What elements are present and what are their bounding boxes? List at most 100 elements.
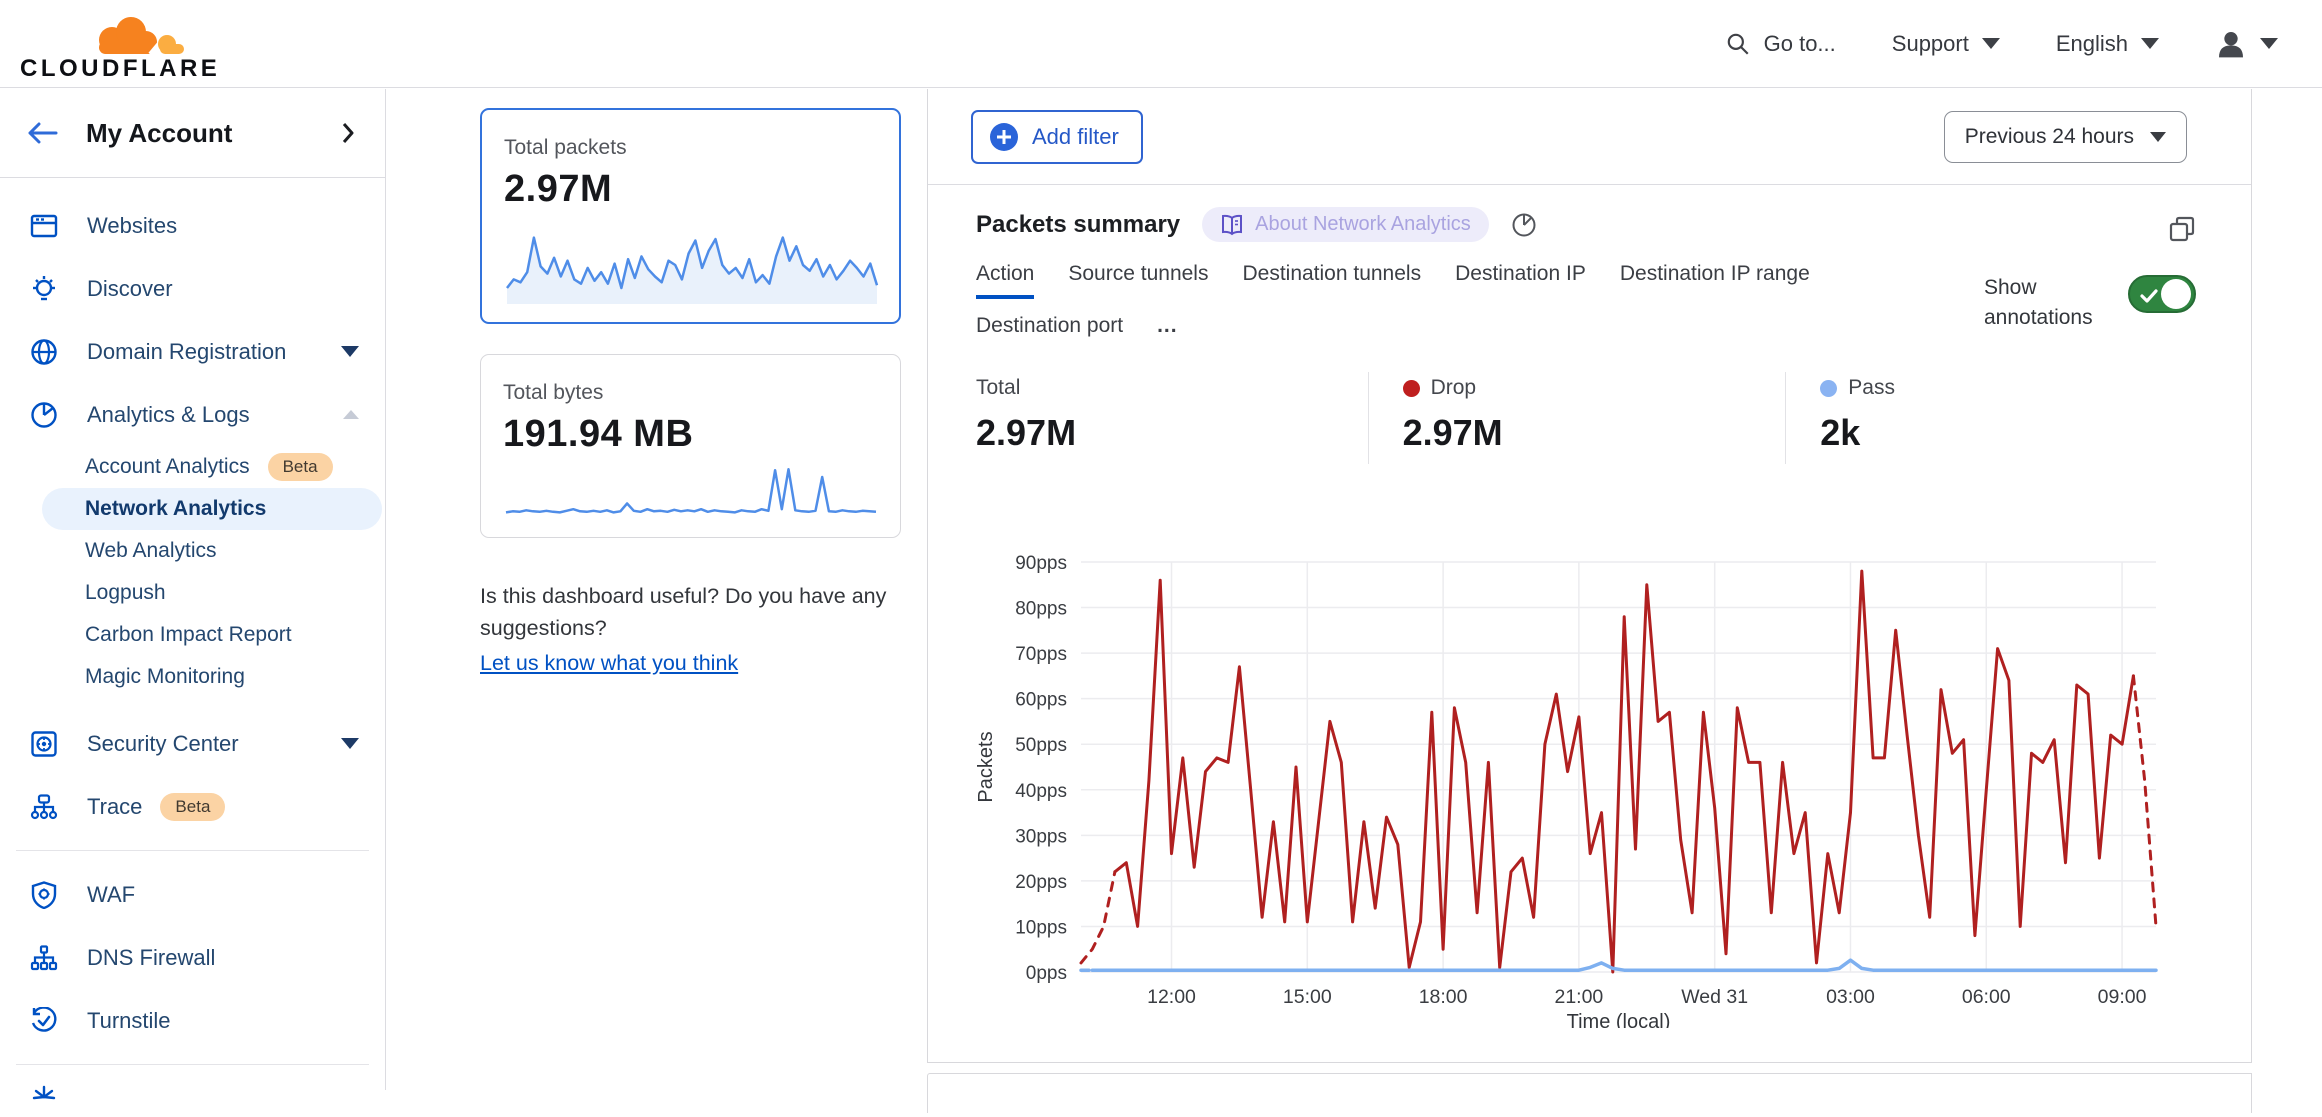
tab-destination-tunnels[interactable]: Destination tunnels — [1242, 262, 1421, 290]
metric-value: 2.97M — [504, 168, 879, 211]
sidebar-item-discover[interactable]: Discover — [0, 257, 385, 320]
tab-destination-ip[interactable]: Destination IP — [1455, 262, 1586, 290]
sidebar-item-label: Analytics & Logs — [87, 402, 250, 428]
total-packets-card[interactable]: Total packets 2.97M — [480, 108, 901, 324]
metric-value: 191.94 MB — [503, 413, 880, 456]
svg-text:80pps: 80pps — [1015, 599, 1067, 620]
sidebar-item-label: Turnstile — [87, 1008, 171, 1034]
support-menu[interactable]: Support — [1892, 31, 2000, 57]
feedback-link[interactable]: Let us know what you think — [480, 647, 738, 679]
sidebar-subitem-web-analytics[interactable]: Web Analytics — [0, 530, 385, 572]
svg-text:06:00: 06:00 — [1962, 986, 2011, 1008]
add-filter-label: Add filter — [1032, 124, 1119, 150]
sidebar-subitem-magic-monitoring[interactable]: Magic Monitoring — [0, 656, 385, 698]
user-icon — [2215, 28, 2247, 60]
tab-destination-ip-range[interactable]: Destination IP range — [1620, 262, 1810, 290]
sidebar-subitem-network-analytics[interactable]: Network Analytics — [42, 488, 382, 530]
add-filter-button[interactable]: Add filter — [971, 110, 1143, 164]
packets-summary-panel: Add filter Previous 24 hours Packets sum… — [927, 89, 2252, 1063]
tab-action[interactable]: Action — [976, 262, 1034, 290]
time-range-label: Previous 24 hours — [1965, 125, 2134, 149]
svg-text:03:00: 03:00 — [1826, 986, 1875, 1008]
expand-panel-icon[interactable] — [2168, 215, 2196, 243]
pass-legend-dot — [1820, 380, 1837, 397]
stat-value: 2k — [1820, 412, 2203, 454]
next-panel-partial — [927, 1073, 2252, 1113]
svg-text:40pps: 40pps — [1015, 781, 1067, 802]
beta-badge: Beta — [160, 793, 225, 821]
show-annotations-toggle[interactable] — [2128, 275, 2196, 313]
stat-value: 2.97M — [976, 412, 1368, 454]
subitem-label: Magic Monitoring — [85, 665, 245, 689]
panel-title: Packets summary — [976, 211, 1180, 239]
svg-text:Packets: Packets — [976, 731, 997, 802]
total-packets-sparkline — [504, 221, 879, 312]
sidebar: My Account Websites Discover Domain Regi… — [0, 89, 386, 1090]
stat-label: Total — [976, 376, 1020, 400]
cloudflare-cloud-icon — [74, 15, 192, 59]
chevron-down-icon — [2150, 132, 2166, 142]
metric-label: Total packets — [504, 136, 879, 160]
time-range-dropdown[interactable]: Previous 24 hours — [1944, 111, 2187, 163]
back-arrow-icon[interactable] — [26, 121, 58, 145]
stat-label: Drop — [1431, 376, 1477, 400]
plus-circle-icon — [989, 122, 1019, 152]
tab-source-tunnels[interactable]: Source tunnels — [1068, 262, 1208, 290]
user-menu[interactable] — [2215, 28, 2278, 60]
filter-row: Add filter Previous 24 hours — [928, 89, 2251, 185]
svg-text:18:00: 18:00 — [1419, 986, 1468, 1008]
chevron-down-icon — [341, 738, 359, 749]
chevron-up-icon — [343, 410, 359, 419]
cloudflare-logo[interactable]: CLOUDFLARE — [20, 9, 192, 79]
book-icon — [1220, 214, 1244, 236]
goto-search[interactable]: Go to... — [1725, 31, 1836, 57]
language-label: English — [2056, 31, 2128, 57]
pie-chart-icon[interactable] — [1511, 212, 1537, 238]
sidebar-item-label: WAF — [87, 882, 135, 908]
tab-destination-port[interactable]: Destination port — [976, 314, 1123, 342]
drop-legend-dot — [1403, 380, 1420, 397]
sidebar-item-label: Trace — [87, 794, 142, 820]
stat-total: Total 2.97M — [976, 372, 1368, 464]
total-bytes-card[interactable]: Total bytes 191.94 MB — [480, 354, 901, 538]
security-safe-icon — [28, 730, 60, 758]
metrics-column: Total packets 2.97M Total bytes 191.94 M… — [480, 108, 901, 679]
sidebar-item-websites[interactable]: Websites — [0, 194, 385, 257]
sidebar-item-partial[interactable] — [0, 1077, 385, 1117]
sidebar-item-dns-firewall[interactable]: DNS Firewall — [0, 926, 385, 989]
svg-text:Time (local): Time (local) — [1567, 1011, 1671, 1028]
feedback-block: Is this dashboard useful? Do you have an… — [480, 580, 900, 679]
more-tabs-button[interactable]: ... — [1157, 314, 1178, 342]
svg-text:09:00: 09:00 — [2098, 986, 2147, 1008]
sidebar-item-turnstile[interactable]: Turnstile — [0, 989, 385, 1052]
chevron-down-icon — [2141, 38, 2159, 49]
subitem-label: Account Analytics — [85, 455, 250, 479]
language-menu[interactable]: English — [2056, 31, 2159, 57]
packets-chart[interactable]: 0pps10pps20pps30pps40pps50pps60pps70pps8… — [976, 548, 2204, 1028]
subitem-label: Logpush — [85, 581, 166, 605]
svg-text:20pps: 20pps — [1015, 872, 1067, 893]
sidebar-item-domain-registration[interactable]: Domain Registration — [0, 320, 385, 383]
stats-row: Total 2.97M Drop 2.97M Pass 2k — [976, 372, 2203, 464]
chevron-down-icon — [2260, 38, 2278, 49]
sidebar-item-waf[interactable]: WAF — [0, 863, 385, 926]
svg-text:90pps: 90pps — [1015, 553, 1067, 574]
about-network-analytics-badge[interactable]: About Network Analytics — [1202, 207, 1489, 242]
websites-icon — [28, 214, 60, 238]
pie-chart-icon — [28, 401, 60, 429]
svg-text:Wed 31: Wed 31 — [1681, 986, 1748, 1008]
beta-badge: Beta — [268, 453, 333, 481]
panel-title-row: Packets summary About Network Analytics — [976, 207, 2203, 242]
subitem-label: Carbon Impact Report — [85, 623, 292, 647]
sidebar-item-trace[interactable]: Trace Beta — [0, 775, 385, 838]
sidebar-subitem-carbon-impact-report[interactable]: Carbon Impact Report — [0, 614, 385, 656]
chevron-right-icon[interactable] — [341, 122, 355, 144]
header-controls: Go to... Support English — [1669, 28, 2278, 60]
sidebar-item-security-center[interactable]: Security Center — [0, 712, 385, 775]
subitem-label: Web Analytics — [85, 539, 217, 563]
sidebar-item-label: Discover — [87, 276, 173, 302]
toggle-knob — [2161, 279, 2191, 309]
sidebar-item-analytics-logs[interactable]: Analytics & Logs — [0, 383, 385, 446]
sidebar-subitem-logpush[interactable]: Logpush — [0, 572, 385, 614]
sidebar-subitem-account-analytics[interactable]: Account Analytics Beta — [0, 446, 385, 488]
